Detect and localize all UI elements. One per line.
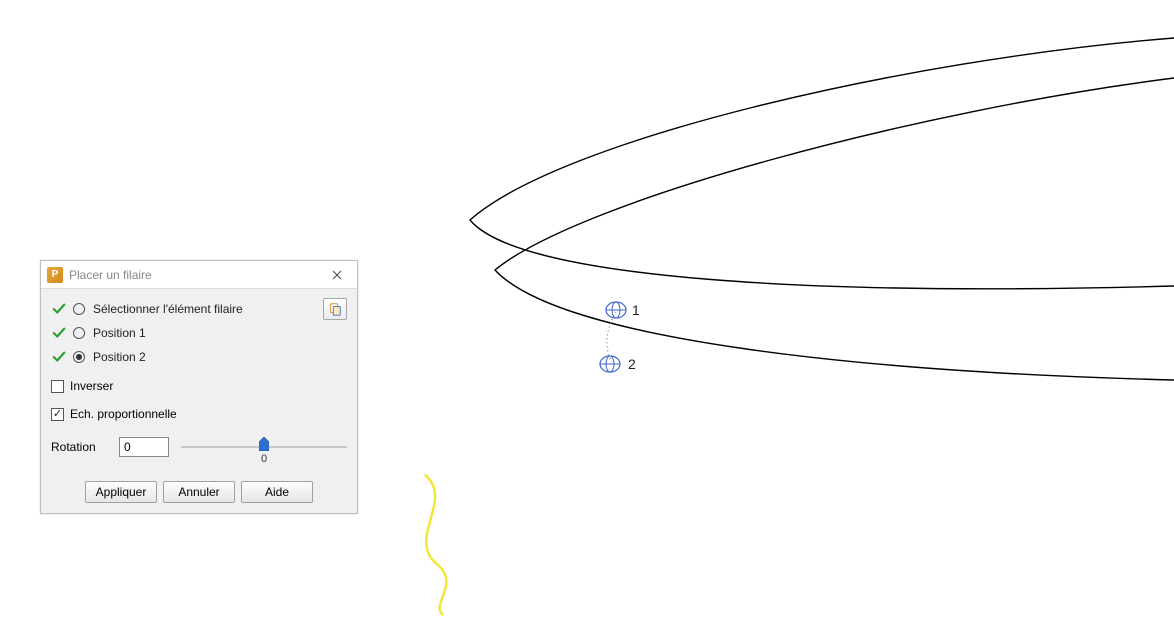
apply-button[interactable]: Appliquer <box>85 481 157 503</box>
option-label: Inverser <box>70 379 113 393</box>
slider-thumb[interactable] <box>259 437 269 451</box>
rotation-input[interactable] <box>119 437 169 457</box>
dialog-title: Placer un filaire <box>69 268 323 282</box>
wire-element-selected[interactable] <box>425 475 446 615</box>
app-icon: P <box>47 267 63 283</box>
copy-icon <box>328 302 342 316</box>
curve-upper <box>470 38 1174 289</box>
radio-position-1[interactable] <box>73 327 85 339</box>
close-icon <box>332 270 342 280</box>
rotation-label: Rotation <box>51 440 107 454</box>
radio-position-2[interactable] <box>73 351 85 363</box>
rotation-row: Rotation 0 <box>51 435 347 459</box>
option-proportional[interactable]: Ech. proportionnelle <box>51 403 347 425</box>
check-icon <box>51 301 67 317</box>
marker-label-2: 2 <box>628 356 636 372</box>
check-icon <box>51 325 67 341</box>
dialog-titlebar[interactable]: P Placer un filaire <box>41 261 357 289</box>
marker-connector <box>607 312 616 362</box>
rotation-slider[interactable]: 0 <box>181 435 347 459</box>
marker-label-1: 1 <box>632 302 640 318</box>
slider-thumb-icon <box>259 437 269 451</box>
step-label: Position 1 <box>93 326 146 340</box>
step-label: Sélectionner l'élément filaire <box>93 302 243 316</box>
close-button[interactable] <box>323 265 351 285</box>
radio-select-element[interactable] <box>73 303 85 315</box>
step-label: Position 2 <box>93 350 146 364</box>
dialog-body: Sélectionner l'élément filaire Position … <box>41 289 357 513</box>
step-position-2[interactable]: Position 2 <box>51 345 347 369</box>
checkbox-proportional[interactable] <box>51 408 64 421</box>
checkbox-invert[interactable] <box>51 380 64 393</box>
curve-lower <box>495 78 1174 380</box>
place-wire-dialog: P Placer un filaire Sélectionner l'éléme… <box>40 260 358 514</box>
check-icon <box>51 349 67 365</box>
option-invert[interactable]: Inverser <box>51 375 347 397</box>
help-button[interactable]: Aide <box>241 481 313 503</box>
dialog-button-row: Appliquer Annuler Aide <box>51 481 347 503</box>
step-select-element[interactable]: Sélectionner l'élément filaire <box>51 297 347 321</box>
copy-button[interactable] <box>323 298 347 320</box>
option-label: Ech. proportionnelle <box>70 407 177 421</box>
step-position-1[interactable]: Position 1 <box>51 321 347 345</box>
cancel-button[interactable]: Annuler <box>163 481 235 503</box>
position-marker-1[interactable] <box>606 302 626 318</box>
slider-value-label: 0 <box>261 453 267 465</box>
